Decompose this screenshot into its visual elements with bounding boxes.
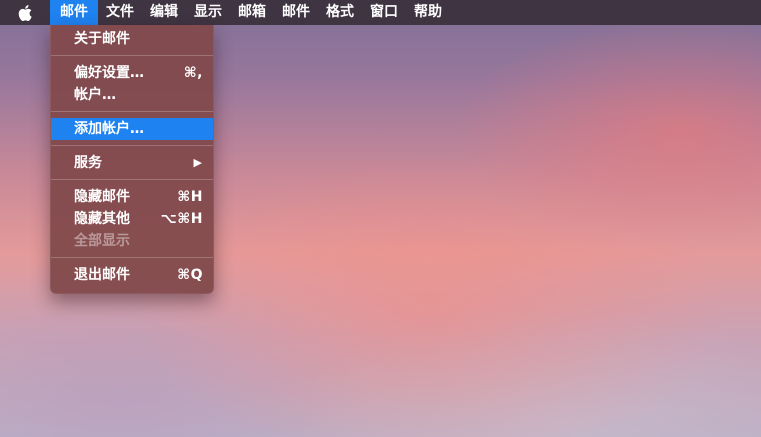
menu-item-label: 隐藏邮件 [74,189,130,205]
menu-format[interactable]: 格式 [318,0,362,25]
menu-separator [51,179,213,180]
menu-help[interactable]: 帮助 [406,0,450,25]
menu-item-label: 服务 [74,155,102,171]
menu-file[interactable]: 文件 [98,0,142,25]
mail-menu-dropdown: 关于邮件 偏好设置… ⌘, 帐户… 添加帐户… 服务 ▶ 隐藏邮件 ⌘H 隐藏其… [50,25,214,294]
menu-view[interactable]: 显示 [186,0,230,25]
shortcut-label: ⌘, [183,65,203,81]
menu-item-hide-others[interactable]: 隐藏其他 ⌥⌘H [51,208,213,230]
menu-separator [51,257,213,258]
menu-item-label: 帐户… [74,87,116,103]
menu-item-show-all: 全部显示 [51,230,213,252]
shortcut-label: ⌘Q [177,267,203,283]
menu-item-label: 退出邮件 [74,267,130,283]
menu-mail[interactable]: 邮件 [50,0,98,25]
triangle-right-icon: ▶ [193,156,202,169]
menu-item-services[interactable]: 服务 ▶ [51,152,213,174]
menu-item-about[interactable]: 关于邮件 [51,28,213,50]
menu-edit[interactable]: 编辑 [142,0,186,25]
shortcut-label: ⌘H [177,189,203,205]
shortcut-label: ⌥⌘H [160,211,203,227]
menu-item-label: 全部显示 [74,233,130,249]
menu-window[interactable]: 窗口 [362,0,406,25]
menu-separator [51,111,213,112]
menu-bar: 邮件 文件 编辑 显示 邮箱 邮件 格式 窗口 帮助 [0,0,761,25]
menu-item-label: 关于邮件 [74,31,130,47]
menu-item-label: 添加帐户… [74,121,144,137]
menu-separator [51,145,213,146]
menu-item-label: 偏好设置… [74,65,144,81]
menu-item-hide-mail[interactable]: 隐藏邮件 ⌘H [51,186,213,208]
menu-separator [51,55,213,56]
apple-menu[interactable] [0,0,50,25]
menu-mailbox[interactable]: 邮箱 [230,0,274,25]
menu-item-add-account[interactable]: 添加帐户… [51,118,213,140]
menu-item-quit[interactable]: 退出邮件 ⌘Q [51,264,213,286]
apple-icon [18,4,32,21]
menu-item-label: 隐藏其他 [74,211,130,227]
menu-item-preferences[interactable]: 偏好设置… ⌘, [51,62,213,84]
menu-message[interactable]: 邮件 [274,0,318,25]
menu-item-accounts[interactable]: 帐户… [51,84,213,106]
